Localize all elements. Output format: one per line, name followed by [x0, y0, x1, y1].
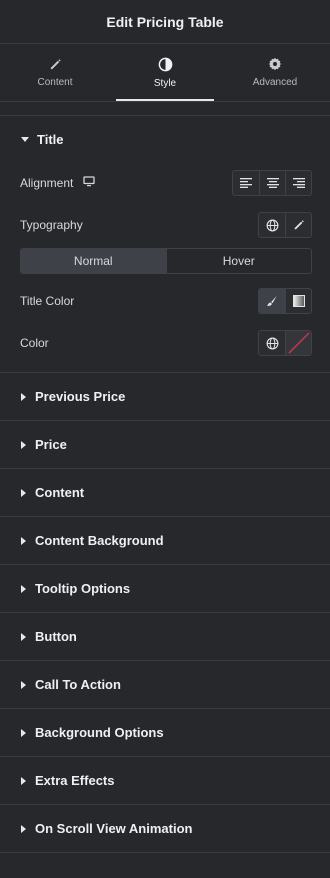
typography-control [258, 212, 312, 238]
panel-title: Edit Pricing Table [106, 13, 224, 30]
alignment-control [232, 170, 312, 196]
tab-style-label: Style [153, 77, 177, 89]
section-button[interactable]: Button [0, 613, 330, 661]
section-price[interactable]: Price [0, 421, 330, 469]
caret-right-icon [21, 392, 26, 401]
section-background-options[interactable]: Background Options [0, 709, 330, 757]
typography-label: Typography [20, 218, 83, 232]
typography-row: Typography [0, 204, 330, 246]
section-label: Background Options [35, 725, 164, 740]
caret-right-icon [21, 488, 26, 497]
global-typography-button[interactable] [259, 213, 285, 237]
section-label: Price [35, 437, 67, 452]
section-tooltip-options[interactable]: Tooltip Options [0, 565, 330, 613]
align-center-icon [266, 178, 279, 188]
color-label: Color [20, 336, 49, 350]
gradient-color-button[interactable] [285, 289, 311, 313]
section-label: Extra Effects [35, 773, 115, 788]
align-right-icon [292, 178, 305, 188]
global-color-button[interactable] [259, 331, 285, 355]
section-label: Tooltip Options [35, 581, 131, 596]
align-right-button[interactable] [285, 171, 311, 195]
align-left-button[interactable] [233, 171, 259, 195]
caret-right-icon [21, 680, 26, 689]
tab-content[interactable]: Content [0, 44, 110, 101]
contrast-icon [158, 57, 173, 72]
tab-content-label: Content [37, 76, 73, 88]
align-left-icon [240, 178, 252, 188]
color-picker-swatch[interactable] [285, 331, 311, 355]
section-extra-effects[interactable]: Extra Effects [0, 757, 330, 805]
panel-spacer [0, 102, 330, 116]
caret-down-icon [21, 137, 29, 142]
caret-right-icon [21, 536, 26, 545]
tab-advanced-label: Advanced [252, 77, 298, 88]
edit-typography-button[interactable] [285, 213, 311, 237]
caret-right-icon [21, 584, 26, 593]
caret-right-icon [21, 440, 26, 449]
alignment-row: Alignment [0, 162, 330, 204]
section-content-background[interactable]: Content Background [0, 517, 330, 565]
pencil-icon [294, 220, 304, 230]
globe-icon [266, 219, 278, 231]
tab-bar: Content Style Advanced [0, 44, 330, 102]
section-label: Previous Price [35, 389, 126, 404]
caret-right-icon [21, 632, 26, 641]
background-type-control [258, 288, 312, 314]
section-title-expanded: Title Alignment Typography Normal Hover … [0, 116, 330, 364]
caret-right-icon [21, 728, 26, 737]
globe-icon [266, 337, 278, 349]
panel-header: Edit Pricing Table [0, 0, 330, 44]
caret-right-icon [21, 824, 26, 833]
gradient-icon [292, 295, 305, 307]
section-call-to-action[interactable]: Call To Action [0, 661, 330, 709]
classic-color-button[interactable] [259, 289, 285, 313]
pencil-icon [49, 58, 62, 71]
section-on-scroll-view-animation[interactable]: On Scroll View Animation [0, 805, 330, 853]
section-label: Content [35, 485, 85, 500]
tab-advanced[interactable]: Advanced [220, 44, 330, 101]
section-label: On Scroll View Animation [35, 821, 193, 836]
gear-icon [268, 57, 282, 71]
brush-icon [267, 295, 277, 306]
section-content[interactable]: Content [0, 469, 330, 517]
color-row: Color [0, 322, 330, 364]
section-label: Call To Action [35, 677, 121, 692]
section-title-label: Title [37, 131, 64, 147]
alignment-label: Alignment [20, 176, 74, 190]
section-title-header[interactable]: Title [0, 116, 330, 162]
tab-hover[interactable]: Hover [165, 249, 312, 273]
state-switcher: Normal Hover [20, 248, 312, 274]
collapsed-sections-list: Previous Price Price Content Content Bac… [0, 373, 330, 853]
title-color-label: Title Color [20, 294, 75, 308]
tab-style[interactable]: Style [110, 44, 220, 101]
section-label: Button [35, 629, 77, 644]
caret-right-icon [21, 776, 26, 785]
color-control [258, 330, 312, 356]
section-previous-price[interactable]: Previous Price [0, 373, 330, 421]
align-center-button[interactable] [259, 171, 285, 195]
section-label: Content Background [35, 533, 164, 548]
tab-normal[interactable]: Normal [21, 249, 166, 273]
desktop-icon[interactable] [83, 176, 96, 190]
title-color-row: Title Color [0, 280, 330, 322]
no-color-slash-icon [288, 332, 309, 354]
